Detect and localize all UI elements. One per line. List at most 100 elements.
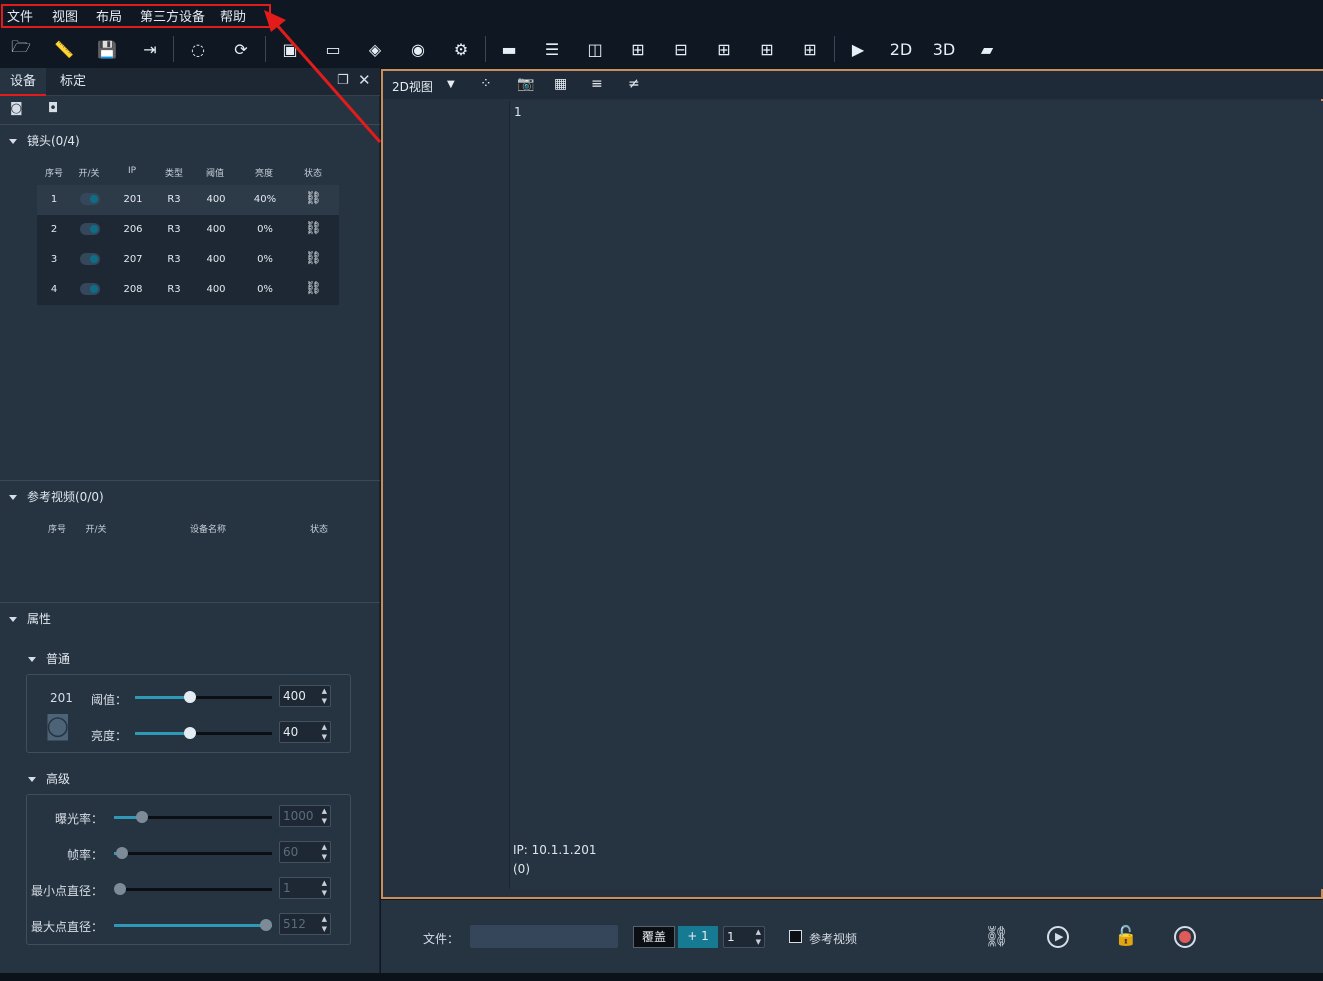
export-icon[interactable]: ⇥ — [137, 36, 163, 62]
layout-2h-icon[interactable]: ☰ — [539, 36, 565, 62]
layout-4b-icon[interactable]: ⊞ — [797, 36, 823, 62]
props-section-header[interactable]: 属性 — [9, 610, 51, 627]
switch-toggle[interactable] — [80, 253, 100, 265]
close-icon[interactable]: ✕ — [358, 71, 371, 89]
tab-device[interactable]: 设备 — [0, 68, 47, 96]
menu-bar: 文件 视图 布局 第三方设备 帮助 — [0, 0, 1323, 30]
gear-icon[interactable]: ⚙ — [448, 36, 474, 62]
view-mode-select[interactable]: 2D视图 — [392, 78, 433, 95]
video-add-icon[interactable]: ◘ — [48, 101, 58, 116]
min-diameter-label: 最小点直径： — [30, 884, 103, 898]
table-row[interactable]: 3 207 R3 400 0% ⛓ — [37, 245, 339, 275]
brightness-value: 40 — [283, 725, 299, 739]
spin-up-icon: ▲ — [321, 915, 327, 923]
grid-icon[interactable]: ▦ — [554, 76, 567, 92]
increment-button[interactable]: + 1 — [678, 926, 718, 948]
spin-down-icon[interactable]: ▼ — [322, 697, 327, 705]
slider-handle[interactable] — [183, 727, 196, 739]
unlock-icon[interactable]: 🔓 — [1114, 924, 1138, 947]
open-folder-icon[interactable]: 🗁 — [8, 36, 34, 62]
snapshot-icon[interactable]: 📷 — [517, 76, 534, 92]
advanced-props-box: 曝光率： 1000 ▲ ▼ 帧率： 60 ▲ ▼ 最小点直径： 1 ▲ ▼ 最大点直径： 5… — [26, 794, 351, 945]
spin-down-icon: ▼ — [321, 853, 327, 861]
ref-video-checkbox[interactable] — [789, 930, 802, 943]
link-status-icon[interactable]: ⛓ — [305, 221, 322, 236]
col-status: 状态 — [309, 525, 328, 535]
record-button[interactable] — [1174, 926, 1196, 948]
points-icon[interactable]: ⁘ — [480, 76, 492, 92]
row-ip: 206 — [123, 224, 143, 235]
camera-view-canvas[interactable]: 1 IP: 10.1.1.201 (0) — [509, 101, 1323, 889]
increment-spinbox[interactable]: 1 ▲ ▼ — [723, 926, 765, 948]
spin-up-icon[interactable]: ▲ — [322, 723, 327, 731]
layout-3b-icon[interactable]: ⊟ — [668, 36, 694, 62]
3d-icon[interactable]: 3D — [931, 36, 957, 62]
video-play-icon[interactable]: ▶ — [845, 36, 871, 62]
divider — [0, 124, 380, 125]
file-icon[interactable]: ▰ — [974, 36, 1000, 62]
layout-1-icon[interactable]: ▬ — [496, 36, 522, 62]
table-row[interactable]: 1 201 R3 400 40% ⛓ — [37, 185, 339, 215]
switch-toggle[interactable] — [80, 223, 100, 235]
layers-icon[interactable]: ◈ — [362, 36, 388, 62]
ref-section-header[interactable]: 参考视频(0/0) — [9, 488, 104, 505]
exposure-label: 曝光率： — [54, 812, 103, 826]
spin-up-icon[interactable]: ▲ — [322, 687, 327, 695]
layout-3a-icon[interactable]: ⊞ — [625, 36, 651, 62]
row-type: R3 — [167, 254, 181, 265]
lens-section-header[interactable]: 镜头(0/4) — [9, 132, 80, 149]
table-row[interactable]: 2 206 R3 400 0% ⛓ — [37, 215, 339, 245]
measure-icon[interactable]: ▭ — [320, 36, 346, 62]
spin-up-icon[interactable]: ▲ — [756, 928, 761, 936]
spin-down-icon: ▼ — [321, 925, 327, 933]
camera-frame-icon[interactable]: ▣ — [277, 36, 303, 62]
row-ip: 207 — [123, 254, 143, 265]
threshold-slider[interactable] — [135, 691, 272, 703]
row-ip: 201 — [123, 194, 143, 205]
collapse-icon — [9, 495, 17, 500]
chevron-down-icon[interactable]: ▼ — [447, 79, 455, 90]
brightness-slider[interactable] — [135, 727, 272, 739]
overwrite-button[interactable]: 覆盖 — [633, 926, 675, 948]
not-equal-icon[interactable]: ≠ — [628, 76, 640, 92]
hide-icon[interactable]: ◌ — [185, 36, 211, 62]
ruler-icon[interactable]: 📏 — [51, 36, 77, 62]
link-status-icon[interactable]: ⛓ — [305, 251, 322, 266]
normal-section-header[interactable]: 普通 — [28, 650, 70, 667]
col-no: 序号 — [47, 525, 66, 535]
link-status-icon[interactable]: ⛓ — [305, 281, 322, 296]
row-threshold: 400 — [206, 254, 226, 265]
switch-toggle[interactable] — [80, 283, 100, 295]
spin-down-icon[interactable]: ▼ — [322, 733, 327, 741]
layout-3c-icon[interactable]: ⊞ — [711, 36, 737, 62]
camera-add-icon[interactable]: ◙ — [10, 101, 23, 116]
layout-4a-icon[interactable]: ⊞ — [754, 36, 780, 62]
rotate-icon[interactable]: ⟳ — [228, 36, 254, 62]
table-row[interactable]: 4 208 R3 400 0% ⛓ — [37, 275, 339, 305]
slider-fill — [114, 924, 272, 927]
switch-toggle[interactable] — [80, 193, 100, 205]
panel-tabs: 设备 标定 ❐ ✕ — [0, 68, 380, 96]
tab-calibration[interactable]: 标定 — [50, 68, 96, 96]
brightness-spinbox[interactable]: 40 ▲ ▼ — [279, 721, 331, 743]
row-type: R3 — [167, 224, 181, 235]
2d-icon[interactable]: 2D — [888, 36, 914, 62]
link-icon[interactable]: ⛓ — [984, 924, 1009, 948]
threshold-spinbox[interactable]: 400 ▲ ▼ — [279, 685, 331, 707]
view-toolbar: 2D视图 ▼ ⁘ 📷 ▦ ≡ ≠ — [383, 71, 1323, 99]
slider-handle — [260, 919, 272, 931]
ip-label: IP: 10.1.1.201 — [513, 843, 597, 857]
slider-handle[interactable] — [183, 691, 196, 703]
save-icon[interactable]: 💾 — [94, 36, 120, 62]
link-status-icon[interactable]: ⛓ — [305, 191, 322, 206]
exposure-spinbox: 1000 ▲ ▼ — [279, 805, 331, 827]
min-diameter-value: 1 — [283, 881, 291, 895]
lines-icon[interactable]: ≡ — [591, 76, 603, 92]
file-input[interactable] — [470, 925, 618, 948]
play-icon[interactable]: ▶ — [1047, 926, 1069, 948]
wifi-icon[interactable]: ◉ — [405, 36, 431, 62]
advanced-section-header[interactable]: 高级 — [28, 770, 70, 787]
spin-down-icon[interactable]: ▼ — [756, 938, 761, 946]
layout-2v-icon[interactable]: ◫ — [582, 36, 608, 62]
float-icon[interactable]: ❐ — [337, 73, 349, 88]
